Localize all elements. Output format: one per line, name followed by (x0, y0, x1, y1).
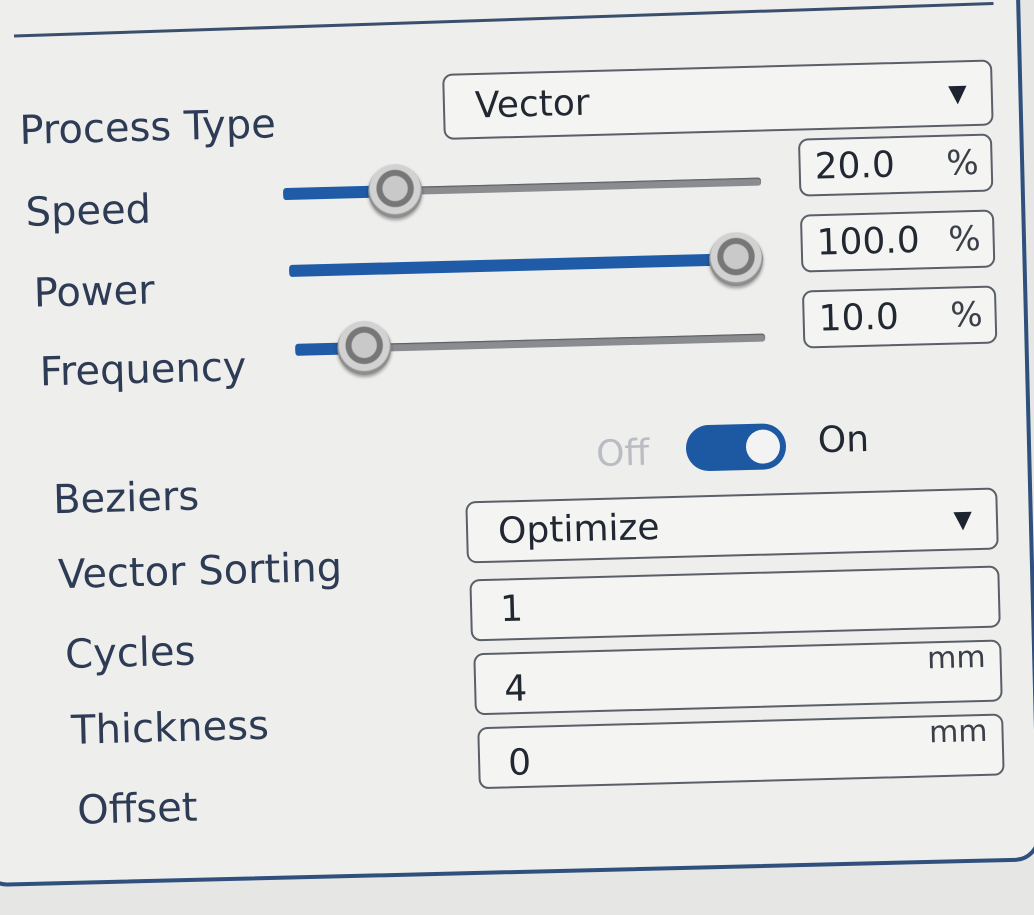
speed-label: Speed (25, 186, 152, 236)
process-type-label: Process Type (18, 101, 277, 154)
power-unit: % (947, 218, 982, 260)
power-slider[interactable] (289, 231, 764, 287)
power-slider-fill (289, 253, 737, 277)
offset-input[interactable]: mm 0 (477, 713, 1005, 790)
cycles-label: Cycles (64, 628, 196, 678)
offset-value: 0 (507, 742, 532, 784)
beziers-toggle[interactable] (685, 423, 787, 472)
dropdown-arrow-icon: ▼ (953, 505, 973, 534)
offset-unit: mm (928, 713, 988, 751)
process-type-dropdown[interactable]: Vector ▼ (442, 59, 994, 140)
frequency-label: Frequency (39, 344, 247, 396)
frequency-slider[interactable] (295, 320, 766, 376)
dropdown-arrow-icon: ▼ (947, 79, 968, 108)
process-type-value: Vector (474, 82, 591, 127)
speed-unit: % (945, 142, 980, 184)
speed-value: 20.0 (814, 144, 896, 188)
speed-input[interactable]: 20.0 % (797, 133, 994, 197)
power-value: 100.0 (816, 219, 921, 264)
thickness-input[interactable]: mm 4 (473, 639, 1003, 716)
beziers-toggle-knob (745, 429, 781, 465)
vector-sorting-dropdown[interactable]: Optimize ▼ (465, 487, 999, 564)
frequency-unit: % (949, 294, 984, 336)
speed-slider[interactable] (283, 163, 762, 219)
frequency-input[interactable]: 10.0 % (801, 285, 998, 349)
vector-sorting-value: Optimize (497, 506, 661, 553)
frequency-value: 10.0 (818, 296, 900, 340)
frequency-slider-thumb[interactable] (336, 320, 392, 376)
power-label: Power (33, 267, 156, 317)
beziers-on-label: On (817, 418, 870, 462)
thickness-value: 4 (503, 668, 528, 710)
vector-sorting-label: Vector Sorting (57, 544, 343, 599)
settings-content: Process Type Speed Power Frequency Bezie… (0, 0, 1034, 915)
cycles-input[interactable]: 1 (469, 565, 1001, 642)
offset-label: Offset (76, 784, 199, 834)
speed-slider-thumb[interactable] (367, 163, 423, 219)
beziers-label: Beziers (52, 473, 200, 524)
thickness-unit: mm (926, 639, 987, 677)
cycles-value: 1 (499, 588, 524, 631)
power-input[interactable]: 100.0 % (799, 209, 996, 273)
beziers-off-label: Off (595, 432, 650, 476)
power-slider-thumb[interactable] (708, 231, 764, 287)
thickness-label: Thickness (70, 702, 270, 754)
